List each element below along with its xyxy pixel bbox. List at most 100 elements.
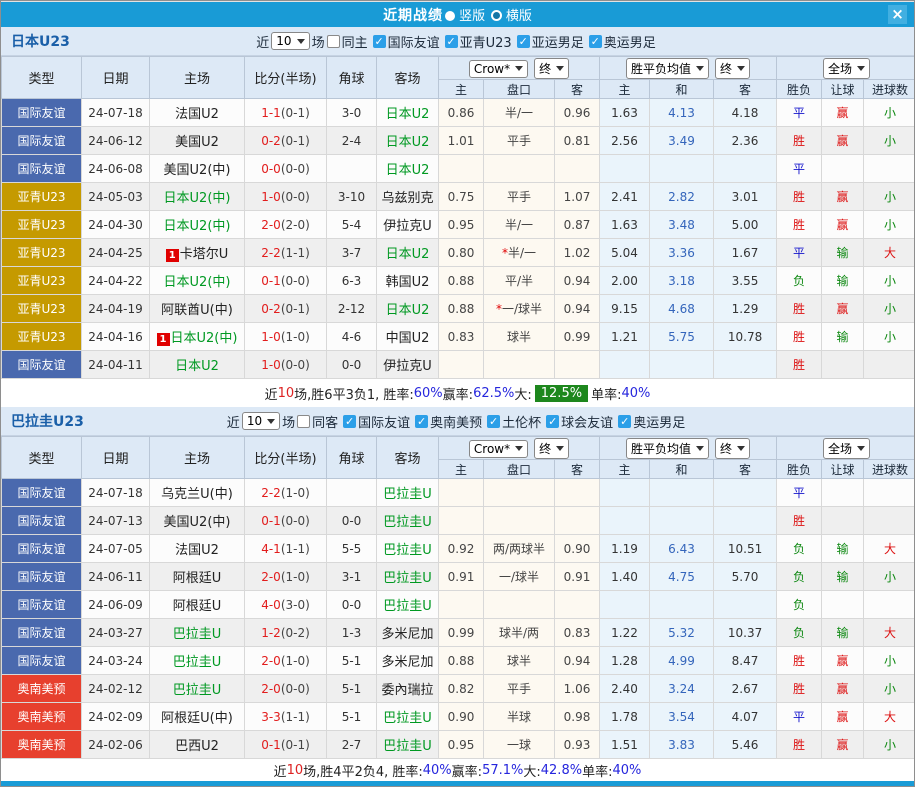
vertical-layout-radio[interactable] — [445, 11, 455, 21]
handicap-result-cell: 输 — [822, 267, 864, 295]
same-venue-label[interactable]: 同客 — [312, 412, 338, 431]
filter-label-3[interactable]: 奥运男足 — [604, 32, 656, 51]
filter-label-1[interactable]: 奥南美预 — [430, 412, 482, 431]
horizontal-layout-radio[interactable] — [491, 10, 502, 21]
filter-label-0[interactable]: 国际友谊 — [388, 32, 440, 51]
score-cell: 0-2(0-1) — [245, 127, 327, 155]
horizontal-layout-label[interactable]: 横版 — [506, 9, 532, 24]
final-score: 1-2 — [261, 626, 281, 640]
score-cell: 3-3(1-1) — [245, 703, 327, 731]
result-cell: 负 — [777, 267, 822, 295]
avg-draw-cell — [650, 351, 714, 379]
summary-part: 场,胜6平3负1, 胜率: — [294, 384, 414, 403]
home-team: 日本U2(中) — [150, 183, 245, 211]
home-team-name: 日本U2(中) — [171, 331, 238, 346]
scope-select[interactable]: 全场 — [823, 58, 870, 79]
handicap-cell: 平手 — [484, 675, 555, 703]
match-row: 国际友谊24-07-05法国U24-1(1-1)5-5巴拉圭U0.92两/两球半… — [2, 535, 915, 563]
odds-home-cell: 0.86 — [439, 99, 484, 127]
handicap-cell — [484, 155, 555, 183]
home-team: 巴拉圭U — [150, 647, 245, 675]
odds-away-cell: 1.07 — [555, 183, 600, 211]
handicap-result-cell: 赢 — [822, 675, 864, 703]
away-team-name: 日本U2 — [386, 303, 430, 318]
away-team-name: 伊拉克U — [383, 359, 432, 374]
half-score: (0-0) — [281, 190, 310, 204]
same-venue-checkbox[interactable] — [327, 35, 340, 48]
filter-label-1[interactable]: 亚青U23 — [460, 32, 512, 51]
filter-checkbox-0[interactable]: ✓ — [343, 415, 356, 428]
rank-mark: 1 — [157, 333, 170, 346]
avg-away-cell: 4.18 — [714, 99, 777, 127]
filter-checkbox-2[interactable]: ✓ — [487, 415, 500, 428]
filter-checkbox-2[interactable]: ✓ — [517, 35, 530, 48]
goals-cell — [864, 351, 915, 379]
filter-label-3[interactable]: 球会友谊 — [561, 412, 613, 431]
final-score: 2-0 — [261, 654, 281, 668]
odds-company-select[interactable]: Crow* — [469, 440, 528, 458]
handicap-cell: 球半/两 — [484, 619, 555, 647]
games-count-select[interactable]: 10 — [271, 32, 309, 50]
avg-type-select[interactable]: 胜平负均值 — [626, 58, 709, 79]
away-team: 伊拉克U — [377, 211, 439, 239]
games-count-select[interactable]: 10 — [242, 412, 280, 430]
result-cell: 平 — [777, 703, 822, 731]
chevron-down-icon — [556, 446, 564, 451]
avg-draw-cell: 2.82 — [650, 183, 714, 211]
filter-checkbox-3[interactable]: ✓ — [589, 35, 602, 48]
filter-label-0[interactable]: 国际友谊 — [358, 412, 410, 431]
avg-time-select[interactable]: 终 — [715, 58, 750, 79]
type-badge: 国际友谊 — [2, 647, 82, 675]
match-date: 24-02-09 — [82, 703, 150, 731]
near-label: 近 — [227, 412, 240, 431]
select-value: 终 — [720, 60, 732, 77]
odds-time-select[interactable]: 终 — [534, 438, 569, 459]
close-icon[interactable]: × — [888, 5, 907, 24]
filter-label-4[interactable]: 奥运男足 — [633, 412, 685, 431]
avg-draw-cell: 5.32 — [650, 619, 714, 647]
home-team: 阿联酋U(中) — [150, 295, 245, 323]
filter-label-2[interactable]: 亚运男足 — [532, 32, 584, 51]
handicap-cell: 平/半 — [484, 267, 555, 295]
filter-checkbox-4[interactable]: ✓ — [618, 415, 631, 428]
home-team: 日本U2(中) — [150, 211, 245, 239]
filter-label-2[interactable]: 土伦杯 — [502, 412, 541, 431]
scope-select[interactable]: 全场 — [823, 438, 870, 459]
handicap-result-cell: 赢 — [822, 127, 864, 155]
home-team: 美国U2(中) — [150, 507, 245, 535]
odds-group-header: Crow* 终 — [439, 57, 600, 80]
home-team-name: 法国U2 — [175, 107, 219, 122]
odds-company-select[interactable]: Crow* — [469, 60, 528, 78]
avg-type-select[interactable]: 胜平负均值 — [626, 438, 709, 459]
chevron-down-icon — [515, 66, 523, 71]
filter-checkbox-1[interactable]: ✓ — [415, 415, 428, 428]
corner-cell: 3-7 — [327, 239, 377, 267]
avg-home-cell: 1.63 — [600, 99, 650, 127]
goals-cell — [864, 155, 915, 183]
avg-draw-header: 和 — [650, 460, 714, 479]
summary-part: 40% — [621, 386, 650, 401]
filter-checkbox-1[interactable]: ✓ — [445, 35, 458, 48]
odds-time-select[interactable]: 终 — [534, 58, 569, 79]
filter-checkbox-0[interactable]: ✓ — [373, 35, 386, 48]
odds-home-cell: 1.01 — [439, 127, 484, 155]
handicap-cell: 平手 — [484, 127, 555, 155]
score-cell: 0-1(0-0) — [245, 507, 327, 535]
home-team-name: 日本U2(中) — [164, 191, 231, 206]
type-badge: 国际友谊 — [2, 351, 82, 379]
avg-time-select[interactable]: 终 — [715, 438, 750, 459]
same-venue-checkbox[interactable] — [297, 415, 310, 428]
filter-checkbox-3[interactable]: ✓ — [546, 415, 559, 428]
avg-draw-cell: 3.54 — [650, 703, 714, 731]
match-date: 24-06-12 — [82, 127, 150, 155]
match-date: 24-02-06 — [82, 731, 150, 759]
same-venue-label[interactable]: 同主 — [342, 32, 368, 51]
vertical-layout-label[interactable]: 竖版 — [459, 9, 485, 24]
type-badge: 国际友谊 — [2, 591, 82, 619]
away-team-name: 巴拉圭U — [383, 711, 432, 726]
home-team-name: 巴西U2 — [175, 739, 219, 754]
avg-away-cell: 5.46 — [714, 731, 777, 759]
result-cell: 负 — [777, 563, 822, 591]
chevron-down-icon — [737, 66, 745, 71]
match-row: 国际友谊24-07-18乌克兰U(中)2-2(1-0)巴拉圭U平 — [2, 479, 915, 507]
